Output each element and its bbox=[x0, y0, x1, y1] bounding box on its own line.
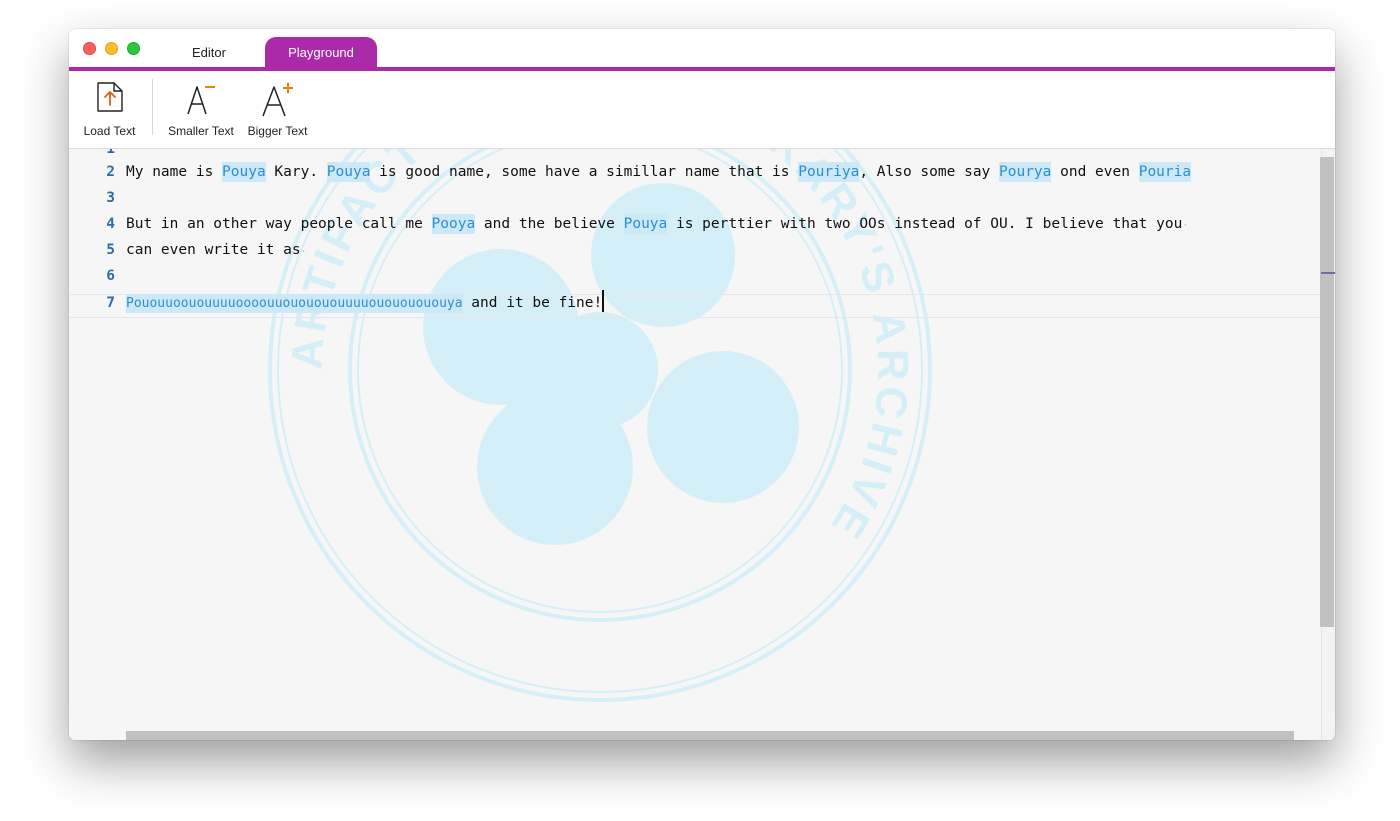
name-highlight: Pourya bbox=[999, 162, 1052, 182]
name-highlight: Pooya bbox=[431, 214, 476, 234]
title-bar: Editor Playground bbox=[69, 29, 1335, 68]
smaller-text-button[interactable]: Smaller Text bbox=[164, 71, 238, 149]
name-highlight: Pouria bbox=[1138, 162, 1192, 182]
watermark-text: ARTIFACT FROM POUYA KARY'S ARCHIVE bbox=[283, 149, 914, 550]
code-text: Kary. bbox=[265, 164, 327, 180]
code-line[interactable]: can even write it as· bbox=[126, 237, 307, 263]
text-editor[interactable]: ARTIFACT FROM POUYA KARY'S ARCHIVE 1 2 M… bbox=[69, 149, 1335, 740]
whitespace-marker: · bbox=[300, 246, 307, 257]
scroll-position-marker bbox=[1321, 272, 1335, 274]
name-highlight: Pouya bbox=[623, 214, 668, 234]
toolbar: Load Text Smaller Text Bigger Text bbox=[69, 71, 1335, 149]
code-text: is perttier with two OOs instead of OU. … bbox=[667, 216, 1183, 232]
tab-playground[interactable]: Playground bbox=[265, 37, 377, 68]
name-highlight: Pouya bbox=[222, 162, 266, 182]
line-number: 4 bbox=[106, 216, 115, 232]
app-window: Editor Playground Load Text Smaller Text bbox=[69, 29, 1335, 740]
code-text: , Also some say bbox=[859, 164, 1000, 180]
line-number: 5 bbox=[106, 242, 115, 258]
load-text-button[interactable]: Load Text bbox=[77, 71, 142, 149]
smaller-text-label: Smaller Text bbox=[168, 124, 234, 138]
code-text: and it be fine! bbox=[462, 295, 603, 311]
line-number: 3 bbox=[106, 190, 115, 206]
bigger-text-label: Bigger Text bbox=[247, 124, 308, 138]
text-caret bbox=[602, 290, 605, 312]
code-line[interactable]: Pouоuuоouоuuuuооооuuоuоuоuоuuuuоuоuоuоuо… bbox=[126, 290, 605, 316]
code-text: ond even bbox=[1051, 164, 1139, 180]
load-text-label: Load Text bbox=[83, 124, 136, 138]
toolbar-separator bbox=[152, 79, 153, 135]
bigger-text-icon bbox=[261, 83, 293, 117]
vertical-scroll-thumb[interactable] bbox=[1320, 157, 1334, 627]
minimize-window-button[interactable] bbox=[105, 42, 118, 55]
zoom-window-button[interactable] bbox=[127, 42, 140, 55]
code-line[interactable]: But in an other way people call me Pooya… bbox=[126, 211, 1188, 237]
horizontal-scroll-thumb[interactable] bbox=[126, 731, 1294, 740]
close-window-button[interactable] bbox=[83, 42, 96, 55]
name-highlight: Pouriya bbox=[798, 162, 860, 182]
load-file-icon bbox=[96, 82, 123, 112]
wrap-marker: · bbox=[1182, 220, 1189, 231]
bigger-text-button[interactable]: Bigger Text bbox=[243, 71, 312, 149]
code-text: My name is bbox=[126, 164, 223, 180]
smaller-text-icon bbox=[187, 86, 215, 115]
code-text: and the believe bbox=[475, 216, 624, 232]
code-line[interactable]: My name is Pouya Kary. Pouya is good nam… bbox=[126, 159, 1192, 185]
name-highlight: Pouya bbox=[326, 162, 371, 182]
code-text: is good name, some have a simillar name … bbox=[370, 164, 799, 180]
line-number: 2 bbox=[106, 164, 115, 180]
code-text: But in an other way people call me bbox=[126, 216, 432, 232]
line-number: 6 bbox=[106, 268, 115, 284]
svg-text:ARTIFACT FROM POUYA KARY'S ARC: ARTIFACT FROM POUYA KARY'S ARCHIVE bbox=[283, 149, 918, 550]
name-highlight: Pouоuuоouоuuuuооооuuоuоuоuоuuuuоuоuоuоuо… bbox=[126, 294, 463, 313]
clover-logo-icon bbox=[423, 183, 799, 545]
code-text: can even write it as bbox=[126, 242, 301, 258]
line-number: 7 bbox=[106, 295, 115, 311]
tab-editor[interactable]: Editor bbox=[173, 37, 245, 68]
